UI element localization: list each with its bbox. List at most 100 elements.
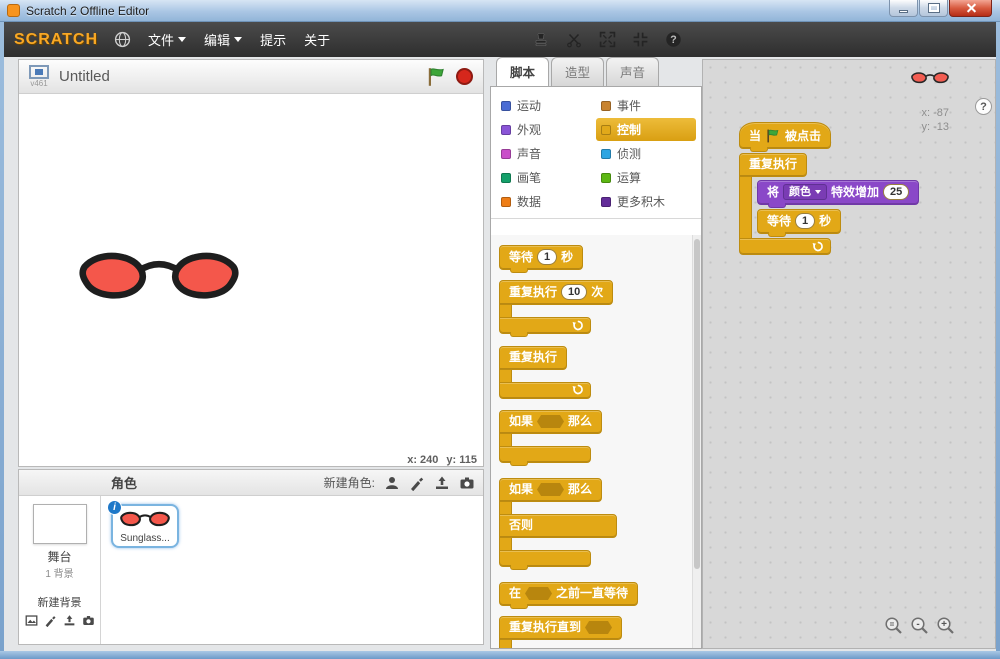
block-forever-script[interactable]: 重复执行 将 颜色 特效增加 25 等待 1 秒 xyxy=(739,153,920,257)
stop-icon xyxy=(456,68,473,85)
number-input[interactable]: 25 xyxy=(883,184,910,200)
c-spine xyxy=(499,369,512,382)
menubar: SCRATCH 文件 编辑 提示 关于 ? xyxy=(4,22,996,57)
close-button[interactable] xyxy=(949,0,992,17)
block-repeat-n[interactable]: 重复执行 10 次 xyxy=(499,280,614,337)
main-content: v461 Untitled x: 240 y: 115 角色 新建角色: 舞台 … xyxy=(4,57,996,651)
sprite-thumbnail xyxy=(115,509,175,531)
project-name[interactable]: Untitled xyxy=(59,68,417,85)
chevron-down-icon xyxy=(234,37,243,42)
minimize-button[interactable] xyxy=(889,0,918,17)
camera-backdrop-icon[interactable] xyxy=(82,614,95,627)
window-title: Scratch 2 Offline Editor xyxy=(26,3,150,18)
stage-view[interactable]: x: 240 y: 115 xyxy=(19,94,483,466)
backdrop-library-icon[interactable] xyxy=(25,614,38,627)
category-sound[interactable]: 声音 xyxy=(496,142,596,165)
boolean-slot[interactable] xyxy=(537,483,565,496)
sunglasses-sprite[interactable] xyxy=(79,246,239,312)
palette-divider xyxy=(491,218,701,219)
maximize-button[interactable] xyxy=(919,0,948,17)
palette-scrollbar-thumb[interactable] xyxy=(694,239,700,569)
category-motion[interactable]: 运动 xyxy=(496,94,596,117)
scratch-window: Scratch 2 Offline Editor SCRATCH 文件 编辑 提… xyxy=(0,0,1000,659)
paint-sprite-icon[interactable] xyxy=(409,475,425,491)
block-when-flag-clicked[interactable]: 当 被点击 xyxy=(739,122,832,152)
category-pen[interactable]: 画笔 xyxy=(496,166,596,189)
boolean-slot[interactable] xyxy=(537,415,565,428)
tab-scripts[interactable]: 脚本 xyxy=(496,57,550,86)
camera-sprite-icon[interactable] xyxy=(459,475,475,491)
block-help-icon[interactable]: ? xyxy=(663,30,683,50)
backdrop-count: 1 背景 xyxy=(45,569,74,580)
category-data[interactable]: 数据 xyxy=(496,190,596,213)
menu-edit[interactable]: 编辑 xyxy=(202,26,244,53)
stage-selector-column: 舞台 1 背景 新建背景 xyxy=(19,496,101,644)
sprite-library-icon[interactable] xyxy=(384,475,400,491)
app-icon xyxy=(7,4,20,17)
delete-scissors-icon[interactable] xyxy=(564,30,584,50)
boolean-slot[interactable] xyxy=(525,587,553,600)
new-sprite-label: 新建角色: xyxy=(323,476,375,490)
category-list: 运动 事件 外观 控制 声音 侦测 画笔 运算 数据 更多积木 xyxy=(491,87,701,218)
menu-file[interactable]: 文件 xyxy=(146,26,188,53)
number-input[interactable]: 10 xyxy=(561,284,588,300)
version-label: v461 xyxy=(30,79,48,88)
sprite-coordinates: x: -87 y: -13 xyxy=(921,106,949,134)
effect-dropdown[interactable]: 颜色 xyxy=(783,184,828,200)
menu-tips[interactable]: 提示 xyxy=(258,26,288,53)
category-control[interactable]: 控制 xyxy=(596,118,696,141)
stage-header: v461 Untitled xyxy=(19,60,483,94)
boolean-slot[interactable] xyxy=(585,621,613,634)
stage-thumbnail[interactable] xyxy=(32,504,87,544)
new-sprite-toolbar: 新建角色: xyxy=(324,474,475,491)
chevron-down-icon xyxy=(178,37,187,42)
shrink-icon[interactable] xyxy=(630,30,650,50)
paint-backdrop-icon[interactable] xyxy=(44,614,57,627)
category-sensing[interactable]: 侦测 xyxy=(596,142,696,165)
window-controls xyxy=(888,0,992,17)
zoom-out-button[interactable]: - xyxy=(910,616,929,640)
stage-label: 舞台 xyxy=(47,550,72,564)
number-input[interactable]: 1 xyxy=(537,249,558,265)
block-wait-until[interactable]: 在 之前一直等待 xyxy=(499,582,639,609)
block-forever[interactable]: 重复执行 xyxy=(499,345,591,401)
stop-button[interactable] xyxy=(456,68,473,85)
block-repeat-until[interactable]: 重复执行直到 xyxy=(499,616,623,648)
block-wait-script[interactable]: 等待 1 秒 xyxy=(757,209,842,237)
category-looks[interactable]: 外观 xyxy=(496,118,596,141)
category-events[interactable]: 事件 xyxy=(596,94,696,117)
zoom-reset-button[interactable]: = xyxy=(884,616,903,640)
block-wait[interactable]: 等待 1 秒 xyxy=(499,245,584,273)
upload-sprite-icon[interactable] xyxy=(434,475,450,491)
category-operators[interactable]: 运算 xyxy=(596,166,696,189)
language-globe-icon[interactable] xyxy=(112,30,132,50)
block-if-then[interactable]: 如果 那么 xyxy=(499,410,603,468)
operators-color-square xyxy=(601,172,611,183)
sprite-card-sunglasses[interactable]: i Sunglass... xyxy=(107,500,179,548)
zoom-in-button[interactable]: + xyxy=(936,616,955,640)
sprite-info-button[interactable]: i xyxy=(107,500,122,515)
scripts-area[interactable]: x: -87 y: -13 当 被点击 重复执行 将 颜色 特效增加 25 等待… xyxy=(702,59,996,649)
green-flag-button[interactable] xyxy=(425,66,448,88)
green-flag-icon xyxy=(767,129,779,143)
number-input[interactable]: 1 xyxy=(795,213,816,229)
sprite-toolbar: ? xyxy=(531,30,683,50)
mouse-coordinates: x: 240 y: 115 xyxy=(407,454,477,466)
block-if-else[interactable]: 如果 那么 否则 xyxy=(499,478,617,572)
block-change-color-effect[interactable]: 将 颜色 特效增加 25 xyxy=(757,180,920,208)
category-more-blocks[interactable]: 更多积木 xyxy=(596,190,696,213)
menu-about[interactable]: 关于 xyxy=(302,26,332,53)
palette-scrollbar[interactable] xyxy=(692,235,701,648)
grow-icon[interactable] xyxy=(597,30,617,50)
scratch-logo[interactable]: SCRATCH xyxy=(14,31,98,49)
svg-text:+: + xyxy=(941,619,947,630)
stage-size-icon[interactable]: v461 xyxy=(29,65,49,88)
duplicate-stamp-icon[interactable] xyxy=(531,30,551,50)
upload-backdrop-icon[interactable] xyxy=(63,614,76,627)
help-button[interactable]: ? xyxy=(975,98,992,115)
pen-color-square xyxy=(501,172,511,183)
tab-costumes[interactable]: 造型 xyxy=(551,57,605,86)
loop-arrow-icon xyxy=(572,320,583,330)
svg-text:?: ? xyxy=(670,34,676,46)
tab-sounds[interactable]: 声音 xyxy=(606,57,660,86)
